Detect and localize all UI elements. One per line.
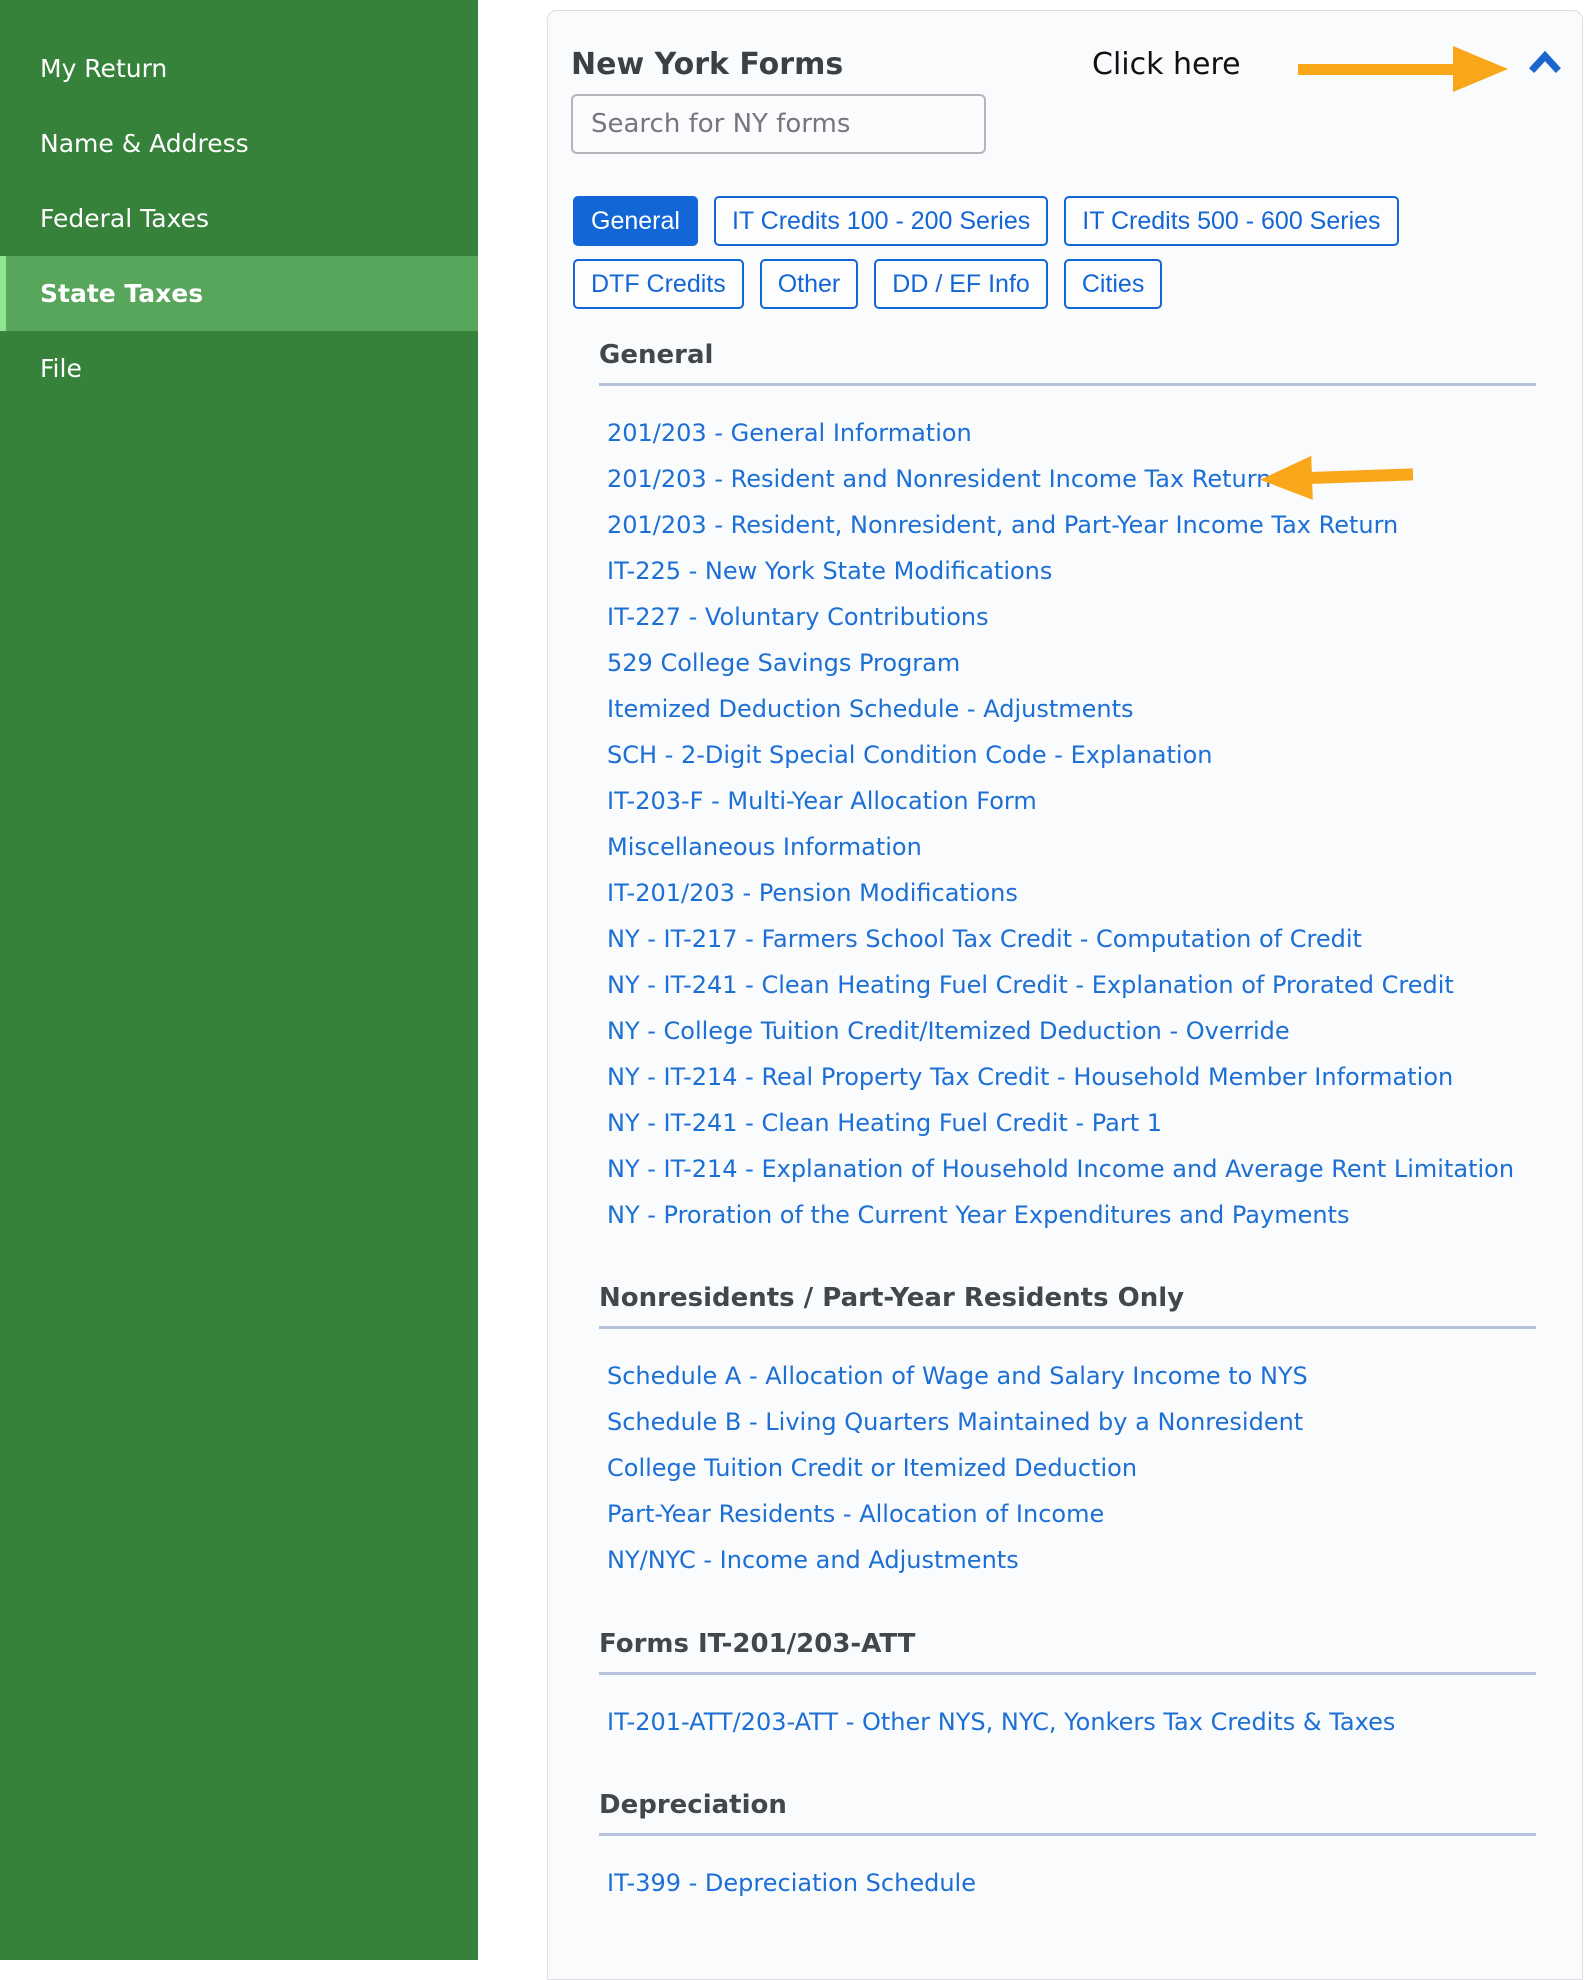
- section-divider: [599, 1326, 1536, 1329]
- arrow-tail: [1310, 468, 1413, 484]
- form-link[interactable]: College Tuition Credit or Itemized Deduc…: [607, 1445, 1137, 1491]
- filter-row-1: General IT Credits 100 - 200 Series IT C…: [573, 196, 1399, 246]
- form-link[interactable]: IT-201/203 - Pension Modifications: [607, 870, 1018, 916]
- filter-button-dd-ef-info[interactable]: DD / EF Info: [874, 259, 1048, 309]
- form-link[interactable]: Miscellaneous Information: [607, 824, 922, 870]
- form-link[interactable]: NY - IT-241 - Clean Heating Fuel Credit …: [607, 962, 1454, 1008]
- form-link-list: IT-399 - Depreciation Schedule: [607, 1860, 1582, 1906]
- form-link[interactable]: NY - College Tuition Credit/Itemized Ded…: [607, 1008, 1290, 1054]
- sidebar: My Return Name & Address Federal Taxes S…: [0, 0, 478, 1960]
- section-forms-att: Forms IT-201/203-ATT IT-201-ATT/203-ATT …: [548, 1631, 1582, 1745]
- form-link[interactable]: 201/203 - Resident, Nonresident, and Par…: [607, 502, 1398, 548]
- form-link[interactable]: NY - IT-214 - Explanation of Household I…: [607, 1146, 1514, 1192]
- sidebar-item-federal-taxes[interactable]: Federal Taxes: [0, 181, 478, 256]
- filter-button-cities[interactable]: Cities: [1064, 259, 1163, 309]
- section-depreciation: Depreciation IT-399 - Depreciation Sched…: [548, 1792, 1582, 1906]
- section-general: General 201/203 - General Information 20…: [548, 342, 1582, 1238]
- form-link[interactable]: Schedule B - Living Quarters Maintained …: [607, 1399, 1303, 1445]
- collapse-panel-button[interactable]: [1528, 51, 1562, 79]
- form-link[interactable]: NY - IT-214 - Real Property Tax Credit -…: [607, 1054, 1453, 1100]
- chevron-up-icon: [1529, 51, 1561, 79]
- form-link[interactable]: IT-203-F - Multi-Year Allocation Form: [607, 778, 1037, 824]
- form-link[interactable]: IT-227 - Voluntary Contributions: [607, 594, 989, 640]
- sidebar-item-name-address[interactable]: Name & Address: [0, 106, 478, 181]
- form-link[interactable]: IT-225 - New York State Modifications: [607, 548, 1052, 594]
- section-heading: Depreciation: [599, 1792, 1582, 1818]
- arrow-tail: [1298, 64, 1455, 75]
- form-link[interactable]: IT-201-ATT/203-ATT - Other NYS, NYC, Yon…: [607, 1699, 1395, 1745]
- form-link[interactable]: Schedule A - Allocation of Wage and Sala…: [607, 1353, 1308, 1399]
- form-link[interactable]: NY/NYC - Income and Adjustments: [607, 1537, 1019, 1583]
- filter-button-it-credits-100[interactable]: IT Credits 100 - 200 Series: [714, 196, 1048, 246]
- section-heading: Forms IT-201/203-ATT: [599, 1631, 1582, 1657]
- form-link[interactable]: 201/203 - Resident and Nonresident Incom…: [607, 456, 1271, 502]
- form-link[interactable]: SCH - 2-Digit Special Condition Code - E…: [607, 732, 1212, 778]
- form-link-list: 201/203 - General Information 201/203 - …: [607, 410, 1582, 1238]
- form-link[interactable]: NY - IT-241 - Clean Heating Fuel Credit …: [607, 1100, 1162, 1146]
- section-divider: [599, 1833, 1536, 1836]
- search-container: [571, 94, 986, 154]
- filter-button-general[interactable]: General: [573, 196, 698, 246]
- section-divider: [599, 383, 1536, 386]
- filter-button-other[interactable]: Other: [760, 259, 859, 309]
- search-input[interactable]: [571, 94, 986, 154]
- new-york-forms-panel: New York Forms Click here General IT Cre…: [547, 10, 1583, 1980]
- page-title: New York Forms: [571, 47, 843, 82]
- sidebar-item-my-return[interactable]: My Return: [0, 31, 478, 106]
- sidebar-item-state-taxes[interactable]: State Taxes: [0, 256, 478, 331]
- form-link[interactable]: Part-Year Residents - Allocation of Inco…: [607, 1491, 1104, 1537]
- filter-button-it-credits-500[interactable]: IT Credits 500 - 600 Series: [1064, 196, 1398, 246]
- annotation-arrow-right-icon: [1298, 46, 1508, 92]
- section-nonresidents: Nonresidents / Part-Year Residents Only …: [548, 1285, 1582, 1583]
- form-category-filters: General IT Credits 100 - 200 Series IT C…: [573, 196, 1399, 309]
- click-here-annotation: Click here: [1092, 47, 1241, 82]
- arrow-head: [1453, 46, 1508, 92]
- form-link[interactable]: 529 College Savings Program: [607, 640, 960, 686]
- form-link-list: Schedule A - Allocation of Wage and Sala…: [607, 1353, 1582, 1583]
- filter-button-dtf-credits[interactable]: DTF Credits: [573, 259, 744, 309]
- sidebar-item-file[interactable]: File: [0, 331, 478, 406]
- section-heading: General: [599, 342, 1582, 368]
- form-link[interactable]: NY - IT-217 - Farmers School Tax Credit …: [607, 916, 1362, 962]
- form-link[interactable]: Itemized Deduction Schedule - Adjustment…: [607, 686, 1134, 732]
- filter-row-2: DTF Credits Other DD / EF Info Cities: [573, 259, 1399, 309]
- form-link[interactable]: NY - Proration of the Current Year Expen…: [607, 1192, 1349, 1238]
- arrow-head: [1259, 456, 1313, 502]
- section-divider: [599, 1672, 1536, 1675]
- section-heading: Nonresidents / Part-Year Residents Only: [599, 1285, 1582, 1311]
- annotation-arrow-left-icon: [1259, 452, 1415, 501]
- form-link[interactable]: 201/203 - General Information: [607, 410, 972, 456]
- form-link[interactable]: IT-399 - Depreciation Schedule: [607, 1860, 976, 1906]
- form-link-list: IT-201-ATT/203-ATT - Other NYS, NYC, Yon…: [607, 1699, 1582, 1745]
